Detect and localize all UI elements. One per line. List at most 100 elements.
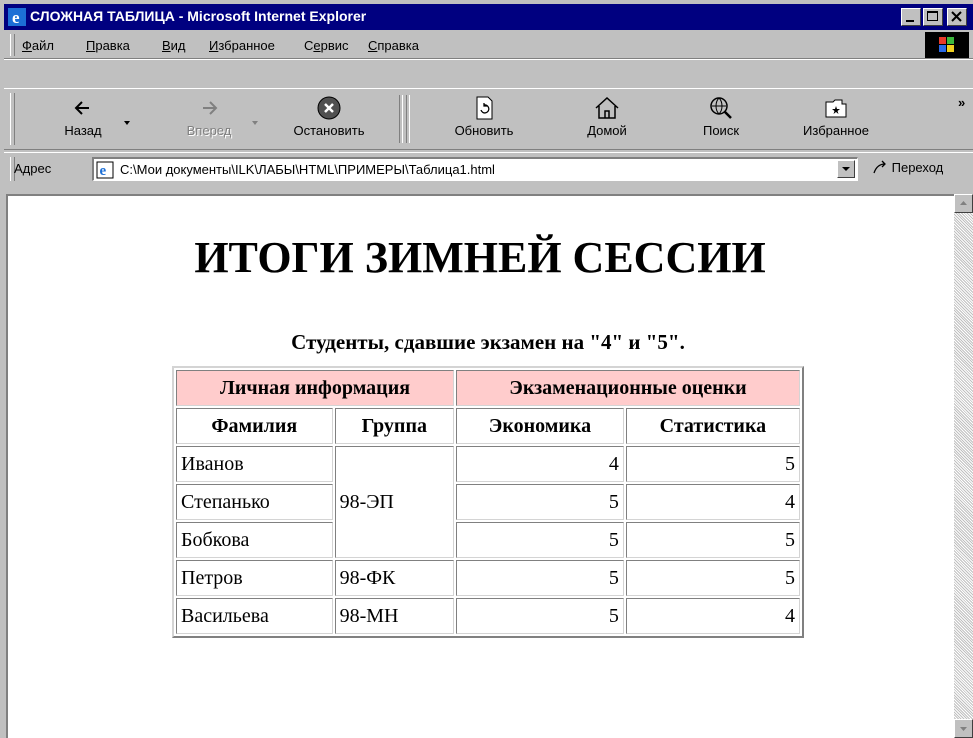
search-button[interactable]: Поиск — [686, 95, 756, 145]
arrow-down-icon — [960, 727, 967, 731]
back-label: Назад — [64, 123, 102, 138]
results-table: Личная информация Экзаменационные оценки… — [172, 366, 804, 638]
window-title: СЛОЖНАЯ ТАБЛИЦА - Microsoft Internet Exp… — [30, 8, 367, 24]
page-heading: ИТОГИ ЗИМНЕЙ СЕССИИ — [194, 233, 766, 282]
back-button[interactable]: Назад — [48, 95, 118, 145]
svg-text:e: e — [12, 8, 20, 26]
search-label: Поиск — [702, 123, 740, 138]
home-button[interactable]: Домой — [572, 95, 642, 145]
address-value: C:\Мои документы\ILK\ЛАБЫ\HTML\ПРИМЕРЫ\Т… — [120, 162, 495, 177]
toolbar-overflow-chevron[interactable]: » — [958, 95, 965, 110]
vertical-scrollbar[interactable] — [954, 194, 973, 738]
ie-logo-icon: e — [8, 8, 26, 26]
cell-group: 98-МН — [334, 598, 454, 634]
table-caption: Студенты, сдавшие экзамен на "4" и "5". — [291, 330, 685, 354]
stop-label: Остановить — [293, 123, 365, 138]
arrow-up-icon — [960, 201, 967, 205]
forward-label: Вперед — [186, 123, 232, 138]
group-header-personal: Личная информация — [176, 370, 454, 406]
menu-favorites[interactable]: Избранное — [209, 38, 275, 53]
close-icon — [951, 11, 962, 22]
favorites-button[interactable]: Избранное — [788, 95, 884, 145]
group-header-exams: Экзаменационные оценки — [456, 370, 800, 406]
table-row: Бобкова 5 5 — [176, 522, 800, 558]
refresh-icon — [476, 96, 493, 120]
scroll-up-button[interactable] — [954, 194, 973, 213]
menu-view[interactable]: Вид — [162, 38, 186, 53]
browser-window: e СЛОЖНАЯ ТАБЛИЦА - Microsoft Internet E… — [0, 0, 973, 738]
favorites-label: Избранное — [803, 123, 869, 138]
svg-text:e: e — [100, 163, 107, 179]
favorites-folder-icon — [825, 99, 847, 118]
address-input[interactable]: e C:\Мои документы\ILK\ЛАБЫ\HTML\ПРИМЕРЫ… — [92, 157, 858, 181]
standard-toolbar: Назад Вперед Остановить Обновить Домой П… — [4, 88, 973, 150]
cell-statistics: 4 — [625, 598, 800, 634]
col-header-economics: Экономика — [456, 408, 624, 444]
group-header-row: Личная информация Экзаменационные оценки — [176, 370, 800, 406]
table-row: Степанько 5 4 — [176, 484, 800, 520]
title-bar[interactable]: e СЛОЖНАЯ ТАБЛИЦА - Microsoft Internet E… — [4, 4, 973, 30]
cell-economics: 4 — [456, 446, 624, 482]
results-table-container: Студенты, сдавшие экзамен на "4" и "5". … — [172, 330, 804, 638]
cell-statistics: 5 — [625, 446, 800, 482]
cell-economics: 5 — [456, 560, 624, 596]
chevron-down-icon — [842, 167, 850, 171]
windows-flag-icon — [939, 37, 954, 52]
cell-surname: Васильева — [176, 598, 333, 634]
col-header-statistics: Статистика — [625, 408, 800, 444]
address-dropdown-button[interactable] — [837, 160, 855, 178]
close-button[interactable] — [947, 8, 967, 26]
menu-grip[interactable] — [10, 34, 15, 56]
go-label: Переход — [891, 160, 944, 175]
table-row: Иванов 98-ЭП 4 5 — [176, 446, 800, 558]
cell-surname: Иванов — [176, 446, 333, 482]
menu-bar: Файл Правка Вид Избранное Сервис Справка — [4, 32, 973, 58]
page-viewport: ИТОГИ ЗИМНЕЙ СЕССИИ Студенты, сдавшие эк… — [6, 194, 954, 738]
cell-statistics: 5 — [625, 560, 800, 596]
maximize-icon — [927, 11, 938, 21]
cell-economics: 5 — [456, 484, 624, 520]
cell-statistics: 5 — [625, 522, 800, 558]
maximize-button[interactable] — [923, 8, 943, 26]
cell-economics: 5 — [456, 522, 624, 558]
cell-economics: 5 — [456, 598, 624, 634]
menu-tools[interactable]: Сервис — [304, 38, 349, 53]
go-button[interactable]: Переход — [872, 159, 943, 175]
forward-dropdown-icon[interactable] — [250, 119, 260, 127]
home-label: Домой — [587, 123, 627, 138]
stop-button[interactable]: Остановить — [274, 95, 384, 145]
col-header-surname: Фамилия — [176, 408, 333, 444]
search-globe-icon — [710, 97, 732, 119]
forward-arrow-icon — [203, 101, 218, 115]
scroll-down-button[interactable] — [954, 719, 973, 738]
cell-group: 98-ФК — [334, 560, 454, 596]
menu-file[interactable]: Файл — [22, 38, 54, 53]
column-header-row: Фамилия Группа Экономика Статистика — [176, 408, 800, 444]
toolbar-grip[interactable] — [10, 93, 15, 145]
cell-statistics: 4 — [625, 484, 800, 520]
forward-button[interactable]: Вперед — [174, 95, 244, 145]
back-dropdown-icon[interactable] — [122, 119, 132, 127]
table-row: Петров 98-ФК 5 5 — [176, 560, 800, 596]
menu-help[interactable]: Справка — [368, 38, 419, 53]
cell-surname: Степанько — [176, 484, 333, 520]
cell-group: 98-ЭП — [334, 446, 454, 558]
menu-divider — [4, 58, 973, 60]
col-header-group: Группа — [334, 408, 454, 444]
cell-surname: Петров — [176, 560, 333, 596]
refresh-button[interactable]: Обновить — [444, 95, 524, 145]
back-arrow-icon — [74, 101, 89, 115]
address-bar: Адрес e C:\Мои документы\ILK\ЛАБЫ\HTML\П… — [4, 152, 973, 184]
go-arrow-icon — [873, 160, 886, 174]
menu-edit[interactable]: Правка — [86, 38, 130, 53]
home-icon — [595, 96, 619, 119]
stop-icon — [317, 96, 341, 120]
toolbar-separator — [399, 95, 403, 143]
minimize-button[interactable] — [901, 8, 921, 26]
cell-surname: Бобкова — [176, 522, 333, 558]
ie-page-icon: e — [96, 161, 114, 179]
refresh-label: Обновить — [454, 123, 514, 138]
windows-logo — [925, 32, 969, 58]
table-row: Васильева 98-МН 5 4 — [176, 598, 800, 634]
toolbar-separator — [406, 95, 410, 143]
